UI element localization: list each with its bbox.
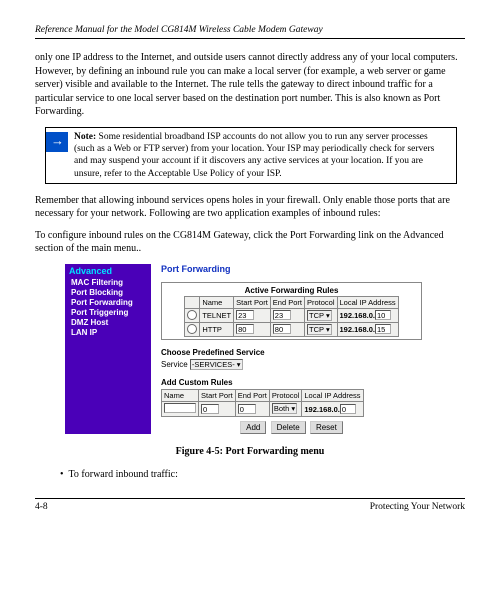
screenshot-panel: Advanced MAC Filtering Port Blocking Por…	[65, 264, 465, 434]
note-box: Note: Some residential broadband ISP acc…	[45, 127, 457, 184]
protocol-select[interactable]: Both ▾	[272, 403, 297, 414]
ip-last-input[interactable]: 0	[340, 404, 356, 414]
radio-button[interactable]	[187, 324, 197, 334]
end-port-input[interactable]: 23	[273, 310, 291, 320]
name-input[interactable]	[164, 403, 196, 413]
ip-last-input[interactable]: 15	[375, 324, 391, 334]
end-port-input[interactable]: 0	[238, 404, 256, 414]
panel-title: Port Forwarding	[161, 264, 422, 274]
table-row: 0 0 Both ▾ 192.168.0.0	[162, 401, 364, 416]
reset-button[interactable]: Reset	[310, 421, 343, 434]
radio-button[interactable]	[187, 310, 197, 320]
active-rules-table: Name Start Port End Port Protocol Local …	[184, 296, 398, 337]
service-label: Service	[161, 360, 188, 369]
table-row: HTTP 80 80 TCP ▾ 192.168.0.15	[185, 322, 398, 336]
start-port-input[interactable]: 23	[236, 310, 254, 320]
protocol-select[interactable]: TCP ▾	[307, 324, 332, 335]
page-header: Reference Manual for the Model CG814M Wi…	[35, 25, 465, 39]
active-rules-title: Active Forwarding Rules	[164, 285, 419, 296]
figure-caption: Figure 4-5: Port Forwarding menu	[35, 446, 465, 457]
paragraph-1: only one IP address to the Internet, and…	[35, 51, 465, 119]
sidebar-item-port-forwarding[interactable]: Port Forwarding	[69, 298, 147, 307]
custom-rules-table: Name Start Port End Port Protocol Local …	[161, 389, 364, 417]
ip-last-input[interactable]: 10	[375, 310, 391, 320]
end-port-input[interactable]: 80	[273, 324, 291, 334]
sidebar-item-lan-ip[interactable]: LAN IP	[69, 328, 147, 337]
sidebar-title: Advanced	[69, 266, 147, 276]
service-select[interactable]: -SERVICES- ▾	[190, 359, 243, 370]
custom-rules-label: Add Custom Rules	[161, 378, 422, 387]
note-text: Note: Some residential broadband ISP acc…	[68, 128, 456, 183]
sidebar-item-dmz-host[interactable]: DMZ Host	[69, 318, 147, 327]
arrow-right-icon	[46, 132, 68, 152]
start-port-input[interactable]: 0	[201, 404, 219, 414]
sidebar-item-mac-filtering[interactable]: MAC Filtering	[69, 278, 147, 287]
start-port-input[interactable]: 80	[236, 324, 254, 334]
advanced-sidebar: Advanced MAC Filtering Port Blocking Por…	[65, 264, 151, 434]
predefined-label: Choose Predefined Service	[161, 348, 422, 357]
active-rules-box: Active Forwarding Rules Name Start Port …	[161, 282, 422, 340]
delete-button[interactable]: Delete	[271, 421, 306, 434]
paragraph-3: To configure inbound rules on the CG814M…	[35, 229, 465, 256]
paragraph-2: Remember that allowing inbound services …	[35, 194, 465, 221]
page-number: 4-8	[35, 502, 48, 512]
sidebar-item-port-blocking[interactable]: Port Blocking	[69, 288, 147, 297]
sidebar-item-port-triggering[interactable]: Port Triggering	[69, 308, 147, 317]
protocol-select[interactable]: TCP ▾	[307, 310, 332, 321]
bullet-item: • To forward inbound traffic:	[60, 469, 465, 480]
table-row: TELNET 23 23 TCP ▾ 192.168.0.10	[185, 308, 398, 322]
section-title: Protecting Your Network	[370, 502, 465, 512]
add-button[interactable]: Add	[240, 421, 266, 434]
page-footer: 4-8 Protecting Your Network	[35, 498, 465, 512]
